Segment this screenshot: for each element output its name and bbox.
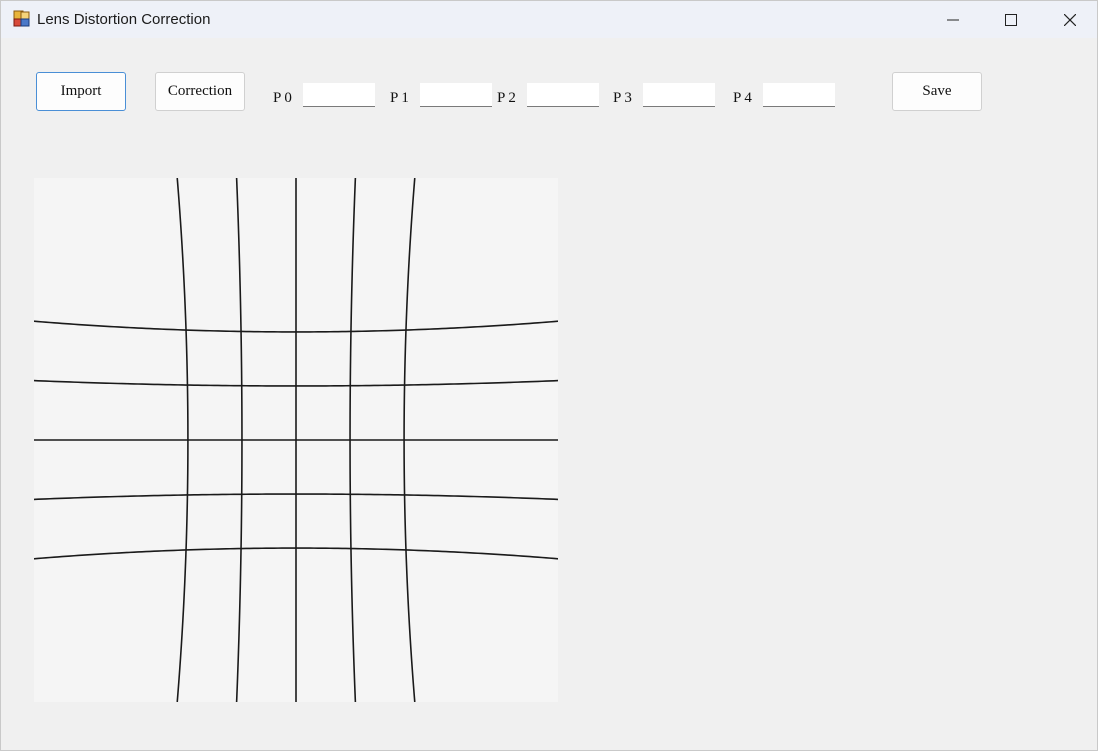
import-button[interactable]: Import xyxy=(36,72,126,111)
correction-button[interactable]: Correction xyxy=(155,72,245,111)
param-label-p1: P1 xyxy=(390,90,412,106)
param-input-p1[interactable] xyxy=(420,83,492,107)
param-label-p0: P0 xyxy=(273,90,295,106)
param-label-p4: P4 xyxy=(733,90,755,106)
maximize-button[interactable] xyxy=(988,1,1034,38)
minimize-button[interactable] xyxy=(930,1,976,38)
image-canvas xyxy=(34,178,558,702)
param-input-p4[interactable] xyxy=(763,83,835,107)
maximize-icon xyxy=(1005,13,1017,26)
distorted-grid-image xyxy=(34,178,558,702)
minimize-icon xyxy=(947,19,959,20)
app-window: Lens Distortion Correction Import Correc… xyxy=(0,0,1098,751)
app-icon xyxy=(13,10,31,28)
param-label-p2: P2 xyxy=(497,90,519,106)
window-title: Lens Distortion Correction xyxy=(37,11,211,28)
title-bar[interactable]: Lens Distortion Correction xyxy=(1,1,1097,38)
param-input-p2[interactable] xyxy=(527,83,599,107)
param-input-p3[interactable] xyxy=(643,83,715,107)
save-button[interactable]: Save xyxy=(892,72,982,111)
param-label-p3: P3 xyxy=(613,90,635,106)
close-button[interactable] xyxy=(1047,1,1093,38)
close-icon xyxy=(1064,13,1076,26)
param-input-p0[interactable] xyxy=(303,83,375,107)
